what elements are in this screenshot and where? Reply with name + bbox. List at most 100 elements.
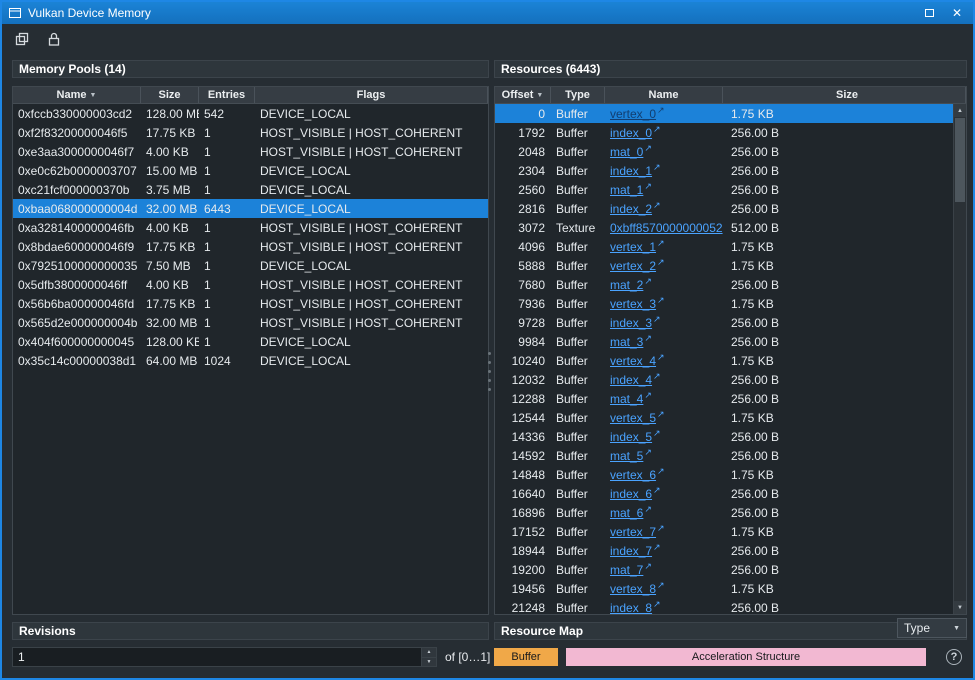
memory-pool-row[interactable]: 0x56b6ba00000046fd17.75 KB1HOST_VISIBLE … bbox=[13, 294, 488, 313]
resource-link[interactable]: mat_5 bbox=[610, 449, 643, 463]
resource-row[interactable]: 0Buffervertex_0↗1.75 KB bbox=[495, 104, 953, 123]
new-window-button[interactable] bbox=[10, 27, 34, 51]
memory-pool-row[interactable]: 0xfccb330000003cd2128.00 MB542DEVICE_LOC… bbox=[13, 104, 488, 123]
resource-link[interactable]: vertex_0 bbox=[610, 107, 656, 121]
lock-button[interactable] bbox=[42, 27, 66, 51]
resource-link[interactable]: index_6 bbox=[610, 487, 652, 501]
resource-link[interactable]: mat_6 bbox=[610, 506, 643, 520]
resource-row[interactable]: 14848Buffervertex_6↗1.75 KB bbox=[495, 465, 953, 484]
resources-scrollbar[interactable]: ▲ ▼ bbox=[953, 104, 966, 614]
panel-splitter[interactable] bbox=[487, 352, 492, 396]
column-header-name[interactable]: Name bbox=[605, 87, 723, 103]
resource-row[interactable]: 19200Buffermat_7↗256.00 B bbox=[495, 560, 953, 579]
memory-pool-row[interactable]: 0x565d2e000000004b32.00 MB1HOST_VISIBLE … bbox=[13, 313, 488, 332]
float-button[interactable] bbox=[919, 4, 939, 22]
help-icon[interactable]: ? bbox=[946, 649, 962, 665]
goto-resource-icon: ↗ bbox=[653, 542, 661, 553]
resource-link[interactable]: vertex_7 bbox=[610, 525, 656, 539]
resource-row[interactable]: 18944Bufferindex_7↗256.00 B bbox=[495, 541, 953, 560]
column-header-size[interactable]: Size bbox=[141, 87, 199, 103]
resource-row[interactable]: 2048Buffermat_0↗256.00 B bbox=[495, 142, 953, 161]
resource-link[interactable]: vertex_4 bbox=[610, 354, 656, 368]
resource-link[interactable]: index_4 bbox=[610, 373, 652, 387]
resource-row[interactable]: 4096Buffervertex_1↗1.75 KB bbox=[495, 237, 953, 256]
titlebar[interactable]: Vulkan Device Memory ✕ bbox=[2, 2, 973, 24]
resource-link[interactable]: vertex_5 bbox=[610, 411, 656, 425]
close-button[interactable]: ✕ bbox=[947, 4, 967, 22]
resource-link[interactable]: index_2 bbox=[610, 202, 652, 216]
resource-link[interactable]: mat_7 bbox=[610, 563, 643, 577]
goto-resource-icon: ↗ bbox=[657, 466, 665, 477]
resource-link[interactable]: index_3 bbox=[610, 316, 652, 330]
resource-row[interactable]: 1792Bufferindex_0↗256.00 B bbox=[495, 123, 953, 142]
pool-flags-cell: DEVICE_LOCAL bbox=[255, 104, 488, 123]
resource-link[interactable]: mat_0 bbox=[610, 145, 643, 159]
resource-row[interactable]: 19456Buffervertex_8↗1.75 KB bbox=[495, 579, 953, 598]
memory-pool-row[interactable]: 0xbaa068000000004d32.00 MB6443DEVICE_LOC… bbox=[13, 199, 488, 218]
resource-link[interactable]: vertex_1 bbox=[610, 240, 656, 254]
resource-row[interactable]: 16896Buffermat_6↗256.00 B bbox=[495, 503, 953, 522]
resource-link[interactable]: index_7 bbox=[610, 544, 652, 558]
resource-row[interactable]: 9984Buffermat_3↗256.00 B bbox=[495, 332, 953, 351]
pool-entries-cell: 1 bbox=[199, 237, 255, 256]
pool-size-cell: 3.75 MB bbox=[141, 180, 199, 199]
memory-pool-row[interactable]: 0x79251000000000357.50 MB1DEVICE_LOCAL bbox=[13, 256, 488, 275]
resource-row[interactable]: 12288Buffermat_4↗256.00 B bbox=[495, 389, 953, 408]
resource-link[interactable]: mat_4 bbox=[610, 392, 643, 406]
spin-up-button[interactable]: ▲ bbox=[422, 648, 436, 658]
resource-row[interactable]: 10240Buffervertex_4↗1.75 KB bbox=[495, 351, 953, 370]
resource-link[interactable]: index_1 bbox=[610, 164, 652, 178]
resource-row[interactable]: 3072Texture0xbff8570000000052↗512.00 B bbox=[495, 218, 953, 237]
memory-pool-row[interactable]: 0xf2f83200000046f517.75 KB1HOST_VISIBLE … bbox=[13, 123, 488, 142]
scroll-up-button[interactable]: ▲ bbox=[954, 104, 966, 117]
resource-row[interactable]: 14336Bufferindex_5↗256.00 B bbox=[495, 427, 953, 446]
resource-row[interactable]: 12032Bufferindex_4↗256.00 B bbox=[495, 370, 953, 389]
resource-link[interactable]: index_0 bbox=[610, 126, 652, 140]
column-header-size[interactable]: Size bbox=[723, 87, 966, 103]
memory-pool-row[interactable]: 0xc21fcf000000370b3.75 MB1DEVICE_LOCAL bbox=[13, 180, 488, 199]
resource-row[interactable]: 14592Buffermat_5↗256.00 B bbox=[495, 446, 953, 465]
resource-map-segment-acceleration-structure[interactable]: Acceleration Structure bbox=[566, 648, 926, 666]
resource-link[interactable]: mat_1 bbox=[610, 183, 643, 197]
resource-row[interactable]: 7680Buffermat_2↗256.00 B bbox=[495, 275, 953, 294]
resource-row[interactable]: 2304Bufferindex_1↗256.00 B bbox=[495, 161, 953, 180]
memory-pool-row[interactable]: 0xa3281400000046fb4.00 KB1HOST_VISIBLE |… bbox=[13, 218, 488, 237]
column-header-type[interactable]: Type bbox=[551, 87, 605, 103]
memory-pool-row[interactable]: 0x5dfb3800000046ff4.00 KB1HOST_VISIBLE |… bbox=[13, 275, 488, 294]
resource-row[interactable]: 9728Bufferindex_3↗256.00 B bbox=[495, 313, 953, 332]
resource-link[interactable]: mat_3 bbox=[610, 335, 643, 349]
spin-down-button[interactable]: ▼ bbox=[422, 658, 436, 667]
scrollbar-thumb[interactable] bbox=[955, 118, 965, 202]
resource-map-segment-buffer[interactable]: Buffer bbox=[494, 648, 558, 666]
memory-pool-row[interactable]: 0x404f600000000045128.00 KB1DEVICE_LOCAL bbox=[13, 332, 488, 351]
column-header-entries[interactable]: Entries bbox=[199, 87, 255, 103]
resource-row[interactable]: 12544Buffervertex_5↗1.75 KB bbox=[495, 408, 953, 427]
resource-name-cell: vertex_4↗ bbox=[605, 351, 723, 370]
resource-link[interactable]: index_5 bbox=[610, 430, 652, 444]
resource-row[interactable]: 21248Bufferindex_8↗256.00 B bbox=[495, 598, 953, 614]
resource-link[interactable]: vertex_3 bbox=[610, 297, 656, 311]
memory-pool-row[interactable]: 0x8bdae600000046f917.75 KB1HOST_VISIBLE … bbox=[13, 237, 488, 256]
revision-spinbox[interactable]: 1 ▲ ▼ bbox=[12, 647, 437, 667]
column-header-flags[interactable]: Flags bbox=[255, 87, 488, 103]
column-header-offset[interactable]: Offset▼ bbox=[495, 87, 551, 103]
resource-link[interactable]: vertex_6 bbox=[610, 468, 656, 482]
resource-row[interactable]: 7936Buffervertex_3↗1.75 KB bbox=[495, 294, 953, 313]
resource-row[interactable]: 5888Buffervertex_2↗1.75 KB bbox=[495, 256, 953, 275]
memory-pool-row[interactable]: 0x35c14c00000038d164.00 MB1024DEVICE_LOC… bbox=[13, 351, 488, 370]
resource-link[interactable]: mat_2 bbox=[610, 278, 643, 292]
resource-type-cell: Buffer bbox=[551, 541, 605, 560]
resource-link[interactable]: 0xbff8570000000052 bbox=[610, 221, 723, 235]
resource-row[interactable]: 2560Buffermat_1↗256.00 B bbox=[495, 180, 953, 199]
resource-link[interactable]: vertex_8 bbox=[610, 582, 656, 596]
resource-row[interactable]: 17152Buffervertex_7↗1.75 KB bbox=[495, 522, 953, 541]
resource-row[interactable]: 16640Bufferindex_6↗256.00 B bbox=[495, 484, 953, 503]
memory-pool-row[interactable]: 0xe0c62b000000370715.00 MB1DEVICE_LOCAL bbox=[13, 161, 488, 180]
column-header-name[interactable]: Name▼ bbox=[13, 87, 141, 103]
scroll-down-button[interactable]: ▼ bbox=[954, 601, 966, 614]
resource-link[interactable]: vertex_2 bbox=[610, 259, 656, 273]
resource-link[interactable]: index_8 bbox=[610, 601, 652, 615]
memory-pool-row[interactable]: 0xe3aa3000000046f74.00 KB1HOST_VISIBLE |… bbox=[13, 142, 488, 161]
resource-map-type-dropdown[interactable]: Type ▼ bbox=[897, 618, 967, 638]
resource-row[interactable]: 2816Bufferindex_2↗256.00 B bbox=[495, 199, 953, 218]
